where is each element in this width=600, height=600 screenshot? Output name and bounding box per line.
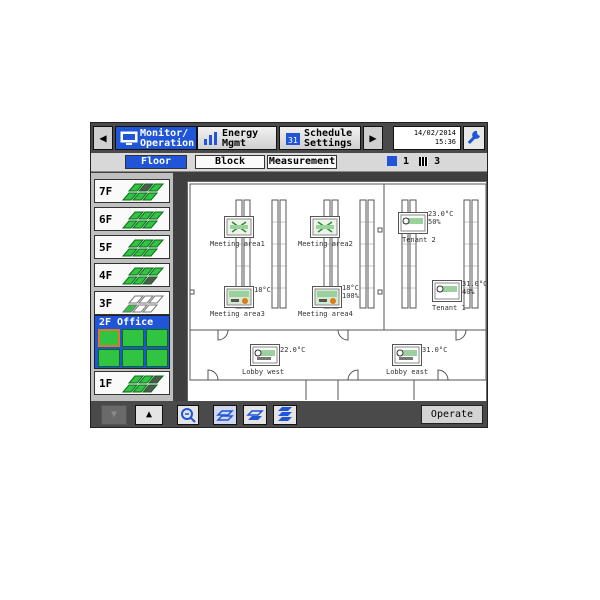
unit-count-icon <box>387 156 397 166</box>
layers-solid-icon <box>278 407 292 421</box>
floor-list: 7F 6F 5F 4F 3F 2F Office 1F <box>91 173 173 401</box>
count-a: 1 <box>403 156 410 167</box>
floor-label: 5F <box>99 241 113 254</box>
floor-block-grid <box>98 329 168 367</box>
status-counts: 1 3 <box>387 155 440 169</box>
view-tabs: Floor Block Measurement 1 3 <box>91 153 487 172</box>
floor-label: 7F <box>99 185 113 198</box>
layers-mixed-icon <box>246 410 264 420</box>
ac-unit-icon <box>226 288 252 306</box>
block-cell[interactable] <box>98 329 120 347</box>
unit-label: Meeting area2 <box>298 240 353 248</box>
floor-blocks-icon <box>121 183 165 201</box>
floor-label: 6F <box>99 213 113 226</box>
floor-blocks-icon <box>121 239 165 257</box>
ac-unit-icon <box>434 282 460 300</box>
next-arrow-button[interactable]: ▶ <box>363 126 383 150</box>
layer-view-2-button[interactable] <box>243 405 267 425</box>
block-cell[interactable] <box>122 329 144 347</box>
layer-view-1-button[interactable] <box>213 405 237 425</box>
floor-blocks-icon <box>121 211 165 229</box>
ac-unit-icon <box>400 214 426 232</box>
schedule-label: Schedule Settings <box>304 128 353 149</box>
floor-label: 2F Office <box>99 317 154 328</box>
floor-item-4f[interactable]: 4F <box>94 263 170 287</box>
tab-floor[interactable]: Floor <box>125 155 187 169</box>
floor-blocks-icon <box>121 375 165 393</box>
unit-tenant-2[interactable] <box>398 212 428 234</box>
unit-temp: 31.0°C 40% <box>462 280 487 296</box>
ac-unit-icon <box>314 288 340 306</box>
zoom-button[interactable] <box>177 405 199 425</box>
time-text: 15:36 <box>434 138 456 146</box>
floor-down-button[interactable]: ▼ <box>101 405 127 425</box>
floor-item-3f[interactable]: 3F <box>94 291 170 315</box>
floor-blocks-icon <box>121 267 165 285</box>
layers-outline-icon <box>216 410 234 421</box>
ac-unit-icon <box>252 346 278 364</box>
unit-label: Tenant 2 <box>402 236 436 244</box>
monitor-operation-button[interactable]: Monitor/ Operation <box>115 126 197 150</box>
controller-screen: ◀ Monitor/ Operation Energy Mgmt 31 Sche… <box>90 122 488 428</box>
unit-label: Meeting area1 <box>210 240 265 248</box>
floor-item-7f[interactable]: 7F <box>94 179 170 203</box>
schedule-settings-button[interactable]: 31 Schedule Settings <box>279 126 361 150</box>
unit-label: Tenant 1 <box>432 304 466 312</box>
unit-meeting-area2[interactable] <box>310 216 340 238</box>
unit-temp: 23.0°C 50% <box>428 210 454 226</box>
zoom-icon <box>181 408 196 423</box>
grid-count-icon <box>419 156 429 166</box>
prev-arrow-button[interactable]: ◀ <box>93 126 113 150</box>
block-cell[interactable] <box>146 329 168 347</box>
fan-off-icon <box>312 218 338 236</box>
ac-unit-icon <box>394 346 420 364</box>
energy-mgmt-button[interactable]: Energy Mgmt <box>197 126 277 150</box>
unit-temp: 31.0°C <box>422 346 448 354</box>
unit-temp: 18°C 100% <box>342 284 359 300</box>
tab-measurement[interactable]: Measurement <box>267 155 337 169</box>
unit-meeting-area4[interactable] <box>312 286 342 308</box>
unit-lobby-east[interactable] <box>392 344 422 366</box>
unit-meeting-area1[interactable] <box>224 216 254 238</box>
calendar-day: 31 <box>288 136 298 145</box>
floor-blocks-icon <box>121 295 165 313</box>
floor-plan: Meeting area1 Meeting area2 18°C Meeting… <box>187 181 487 403</box>
unit-label: Lobby west <box>242 368 285 376</box>
unit-meeting-area3[interactable] <box>224 286 254 308</box>
block-cell[interactable] <box>98 349 120 367</box>
floor-up-button[interactable]: ▲ <box>135 405 163 425</box>
floor-item-2f-selected[interactable]: 2F Office <box>94 315 170 369</box>
calendar-icon: 31 <box>286 133 300 145</box>
floor-item-1f[interactable]: 1F <box>94 371 170 395</box>
unit-tenant-1[interactable] <box>432 280 462 302</box>
top-bar: ◀ Monitor/ Operation Energy Mgmt 31 Sche… <box>91 123 487 153</box>
floor-item-6f[interactable]: 6F <box>94 207 170 231</box>
count-b: 3 <box>434 156 441 167</box>
monitor-label: Monitor/ Operation <box>140 128 195 149</box>
date-time-display: 14/02/2014 15:36 <box>393 126 461 150</box>
block-cell[interactable] <box>146 349 168 367</box>
unit-label: Lobby east <box>386 368 429 376</box>
unit-lobby-west[interactable] <box>250 344 280 366</box>
bottom-bar: ▼ ▲ Operate <box>91 401 487 427</box>
date-text: 14/02/2014 <box>413 129 456 137</box>
layer-view-3-button[interactable] <box>273 405 297 425</box>
floor-item-5f[interactable]: 5F <box>94 235 170 259</box>
unit-label: Meeting area4 <box>298 310 353 318</box>
tab-block[interactable]: Block <box>195 155 265 169</box>
energy-label: Energy Mgmt <box>222 128 259 149</box>
operate-button[interactable]: Operate <box>421 405 483 424</box>
maintenance-button[interactable] <box>463 126 485 150</box>
fan-off-icon <box>226 218 252 236</box>
block-cell[interactable] <box>122 349 144 367</box>
monitor-icon <box>120 131 138 145</box>
unit-temp: 18°C <box>254 286 271 294</box>
floor-label: 3F <box>99 297 113 310</box>
unit-temp: 22.0°C <box>280 346 306 354</box>
bar-chart-icon <box>204 132 217 145</box>
unit-label: Meeting area3 <box>210 310 265 318</box>
floor-label: 4F <box>99 269 113 282</box>
wrench-icon <box>467 130 480 144</box>
floor-label: 1F <box>99 377 113 390</box>
